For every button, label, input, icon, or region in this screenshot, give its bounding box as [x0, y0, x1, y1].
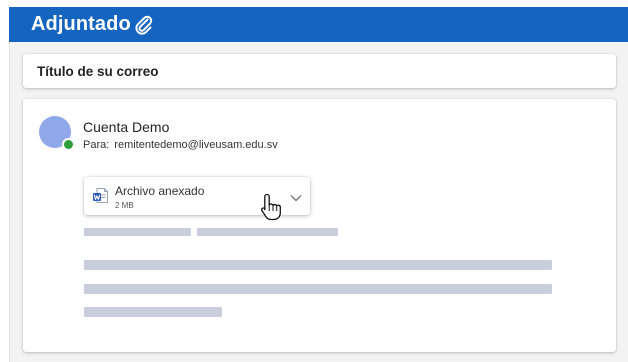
presence-status-icon — [62, 138, 75, 151]
placeholder-text-line — [84, 284, 552, 294]
placeholder-text-line — [84, 228, 191, 236]
chevron-down-icon[interactable] — [290, 189, 302, 207]
placeholder-text-line — [84, 307, 222, 317]
subject-card: Título de su correo — [23, 54, 616, 88]
paperclip-icon — [135, 15, 153, 35]
attachment-size: 2 MB — [115, 201, 134, 210]
message-card: Cuenta Demo Para: remitentedemo@liveusam.… — [23, 99, 616, 352]
recipient-email[interactable]: remitentedemo@liveusam.edu.sv — [114, 139, 277, 151]
recipient-label: Para: — [83, 139, 110, 151]
placeholder-text-line — [84, 260, 552, 270]
attachment-name: Archivo anexado — [115, 184, 205, 198]
header-title: Adjuntado — [31, 13, 131, 35]
hand-pointer-icon — [259, 193, 285, 226]
sender-name[interactable]: Cuenta Demo — [83, 119, 169, 135]
placeholder-text-line — [197, 228, 338, 236]
recipient-line: Para: remitentedemo@liveusam.edu.sv — [83, 139, 278, 151]
email-subject: Título de su correo — [37, 63, 159, 79]
header-bar: Adjuntado — [9, 7, 628, 42]
word-document-icon — [93, 188, 108, 208]
